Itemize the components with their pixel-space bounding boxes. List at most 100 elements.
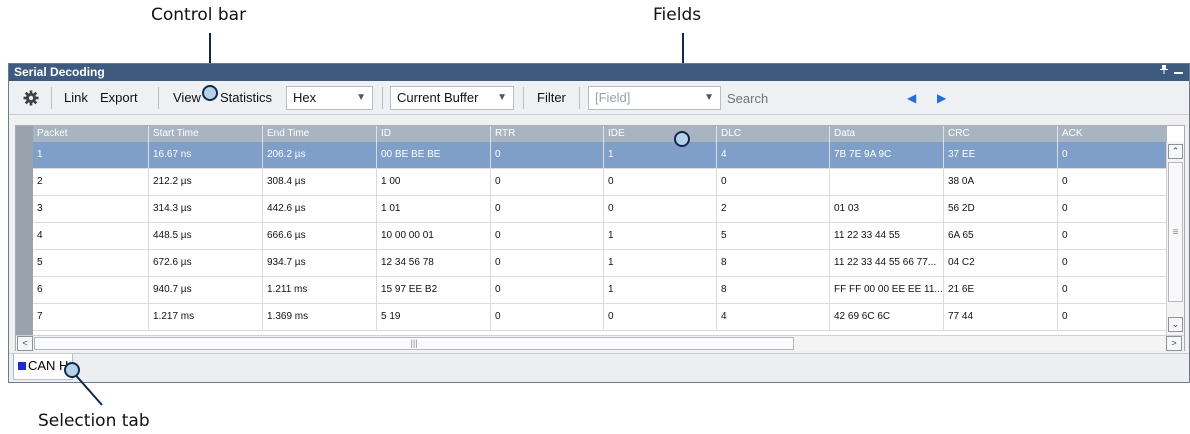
filter-button[interactable]: Filter	[537, 81, 566, 115]
cell-end-time: 308.4 µs	[262, 169, 376, 196]
table-row[interactable]: 2 212.2 µs 308.4 µs 1 00 0 0 0 38 0A 0	[33, 169, 1167, 196]
cell-id: 1 00	[376, 169, 490, 196]
scroll-up-icon[interactable]: ⌃	[1168, 144, 1183, 159]
control-bar-callout-dot	[202, 85, 218, 101]
column-header-id[interactable]: ID	[376, 126, 490, 142]
vertical-scroll-thumb[interactable]: ≡	[1168, 162, 1183, 302]
pin-icon[interactable]	[1159, 64, 1169, 81]
cell-start-time: 212.2 µs	[148, 169, 262, 196]
cell-ide: 0	[603, 304, 716, 331]
cell-end-time: 1.369 ms	[262, 304, 376, 331]
horizontal-scrollbar[interactable]: < ||| >	[16, 335, 1184, 351]
selection-tab-callout-dot	[64, 362, 80, 378]
cell-id: 00 BE BE BE	[376, 142, 490, 169]
column-header-rtr[interactable]: RTR	[490, 126, 603, 142]
serial-decoding-window: Serial Decoding Link Export View Statist…	[8, 63, 1190, 383]
cell-ide: 1	[603, 250, 716, 277]
statistics-button[interactable]: Statistics	[220, 81, 272, 115]
column-header-data[interactable]: Data	[829, 126, 943, 142]
cell-dlc: 5	[716, 223, 829, 250]
export-button[interactable]: Export	[100, 81, 138, 115]
cell-rtr: 0	[490, 223, 603, 250]
cell-dlc: 4	[716, 304, 829, 331]
cell-ack: 0	[1057, 142, 1167, 169]
column-header-crc[interactable]: CRC	[943, 126, 1057, 142]
column-header-packet[interactable]: Packet	[33, 126, 148, 142]
field-select-placeholder: [Field]	[595, 90, 631, 105]
cell-id: 1 01	[376, 196, 490, 223]
cell-packet: 6	[37, 284, 43, 295]
table-row[interactable]: 4 448.5 µs 666.6 µs 10 00 00 01 0 1 5 11…	[33, 223, 1167, 250]
cell-crc: 6A 65	[943, 223, 1057, 250]
cell-end-time: 934.7 µs	[262, 250, 376, 277]
cell-start-time: 672.6 µs	[148, 250, 262, 277]
horizontal-scroll-thumb[interactable]: |||	[34, 337, 794, 350]
scroll-right-icon[interactable]: >	[1166, 336, 1182, 351]
cell-crc: 37 EE	[943, 142, 1057, 169]
link-button[interactable]: Link	[64, 81, 88, 115]
cell-ack: 0	[1057, 250, 1167, 277]
field-select[interactable]: [Field] ▼	[588, 86, 721, 110]
cell-id: 10 00 00 01	[376, 223, 490, 250]
cell-crc: 56 2D	[943, 196, 1057, 223]
table-header: Packet Start Time End Time ID RTR IDE DL…	[33, 126, 1167, 142]
cell-ack: 0	[1057, 277, 1167, 304]
column-header-ack[interactable]: ACK	[1057, 126, 1167, 142]
chevron-down-icon: ▼	[356, 92, 366, 103]
cell-start-time: 16.67 ns	[148, 142, 262, 169]
cell-dlc: 4	[716, 142, 829, 169]
cell-crc: 38 0A	[943, 169, 1057, 196]
packet-table: Packet Start Time End Time ID RTR IDE DL…	[15, 125, 1185, 351]
column-header-dlc[interactable]: DLC	[716, 126, 829, 142]
cell-crc: 77 44	[943, 304, 1057, 331]
toolbar-separator	[382, 87, 383, 109]
cell-ack: 0	[1057, 304, 1167, 331]
vertical-scrollbar[interactable]: ⌃ ≡ ⌄	[1166, 142, 1184, 335]
annotation-fields: Fields	[653, 5, 702, 25]
gear-icon[interactable]	[23, 81, 39, 115]
cell-crc: 21 6E	[943, 277, 1057, 304]
column-header-end-time[interactable]: End Time	[262, 126, 376, 142]
cell-dlc: 8	[716, 250, 829, 277]
cell-packet: 4	[37, 230, 43, 241]
control-bar: Link Export View Statistics Hex ▼ Curren…	[9, 81, 1189, 115]
scroll-down-icon[interactable]: ⌄	[1168, 317, 1183, 332]
cell-packet: 3	[37, 203, 43, 214]
column-header-start-time[interactable]: Start Time	[148, 126, 262, 142]
buffer-select[interactable]: Current Buffer ▼	[390, 86, 514, 110]
scroll-left-icon[interactable]: <	[17, 336, 33, 351]
annotation-control-bar: Control bar	[151, 5, 247, 25]
row-header-strip	[16, 126, 33, 335]
cell-ide: 1	[603, 223, 716, 250]
minimize-icon[interactable]	[1174, 64, 1183, 81]
cell-dlc: 8	[716, 277, 829, 304]
cell-start-time: 314.3 µs	[148, 196, 262, 223]
cell-packet: 1	[37, 149, 43, 160]
fields-callout-dot	[674, 131, 690, 147]
format-select[interactable]: Hex ▼	[286, 86, 373, 110]
cell-start-time: 940.7 µs	[148, 277, 262, 304]
table-row[interactable]: 6 940.7 µs 1.211 ms 15 97 EE B2 0 1 8 FF…	[33, 277, 1167, 304]
cell-ide: 1	[603, 277, 716, 304]
column-header-ide[interactable]: IDE	[603, 126, 716, 142]
cell-data: 11 22 33 44 55	[829, 223, 943, 250]
table-row[interactable]: 7 1.217 ms 1.369 ms 5 19 0 0 4 42 69 6C …	[33, 304, 1167, 331]
table-row[interactable]: 1 16.67 ns 206.2 µs 00 BE BE BE 0 1 4 7B…	[33, 142, 1167, 169]
table-row[interactable]: 3 314.3 µs 442.6 µs 1 01 0 0 2 01 03 56 …	[33, 196, 1167, 223]
view-button[interactable]: View	[173, 81, 201, 115]
chevron-down-icon: ▼	[497, 92, 507, 103]
cell-data: 11 22 33 44 55 66 77...	[829, 250, 943, 277]
selection-tab-bar: CAN H	[9, 353, 1189, 382]
toolbar-separator	[158, 87, 159, 109]
search-input[interactable]	[725, 86, 900, 110]
cell-packet: 5	[37, 257, 43, 268]
cell-ack: 0	[1057, 223, 1167, 250]
triangle-right-icon[interactable]: ▶	[937, 81, 946, 115]
toolbar-separator	[523, 87, 524, 109]
cell-ack: 0	[1057, 169, 1167, 196]
cell-rtr: 0	[490, 250, 603, 277]
triangle-left-icon[interactable]: ◀	[907, 81, 916, 115]
table-row[interactable]: 5 672.6 µs 934.7 µs 12 34 56 78 0 1 8 11…	[33, 250, 1167, 277]
cell-end-time: 666.6 µs	[262, 223, 376, 250]
toolbar-separator	[51, 87, 52, 109]
